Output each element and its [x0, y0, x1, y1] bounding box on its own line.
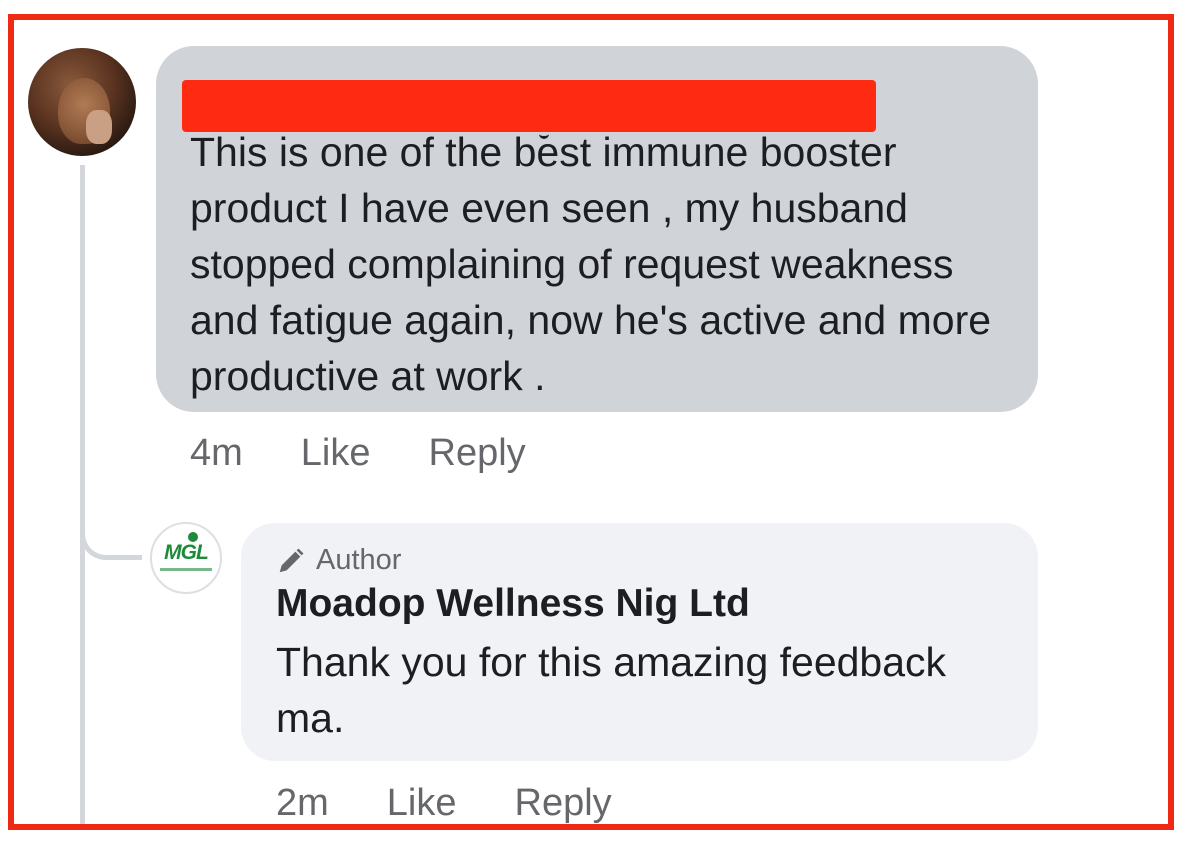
reply-like-button[interactable]: Like [387, 782, 457, 824]
comment-like-button[interactable]: Like [301, 432, 371, 475]
logo-text: MGL [164, 541, 209, 564]
reply-author-avatar[interactable]: MGL [150, 522, 222, 594]
reply-text: Thank you for this amazing feedback ma. [276, 639, 947, 741]
thread-reply-branch [80, 500, 142, 560]
reply-reply-button[interactable]: Reply [515, 782, 612, 824]
comment-timestamp[interactable]: 4m [190, 432, 243, 475]
reply-timestamp[interactable]: 2m [276, 782, 329, 824]
comment-text: This is one of the best immune booster p… [190, 129, 992, 399]
pen-icon [279, 548, 304, 572]
comment-reply-button[interactable]: Reply [429, 432, 526, 475]
comment-actions: 4m Like Reply [190, 432, 526, 475]
author-badge: Author [276, 544, 401, 577]
reply-author-name[interactable]: Moadop Wellness Nig Ltd [276, 582, 750, 626]
reply-actions: 2m Like Reply [276, 782, 612, 824]
avatar-hand [86, 110, 112, 144]
logo-underline [160, 568, 212, 571]
highlight-frame: This is one of the best immune booster p… [8, 14, 1174, 830]
thread-connector-line [80, 165, 85, 824]
commenter-avatar[interactable] [28, 48, 136, 156]
author-badge-label: Author [316, 544, 402, 576]
